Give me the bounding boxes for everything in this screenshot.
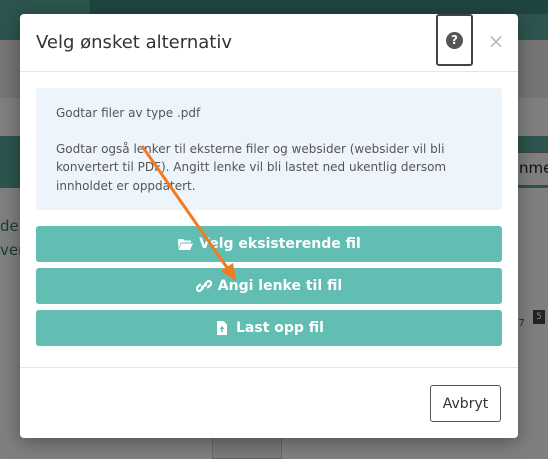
- select-existing-file-label: Velg eksisterende fil: [199, 236, 361, 252]
- modal-footer-divider: [20, 367, 518, 368]
- info-accepted-types: Godtar filer av type .pdf: [56, 106, 201, 120]
- folder-open-icon: [178, 239, 194, 250]
- select-existing-file-button[interactable]: Velg eksisterende fil: [36, 226, 502, 262]
- link-icon: [195, 280, 212, 292]
- enter-link-button[interactable]: Angi lenke til fil: [36, 268, 502, 304]
- info-box: Godtar filer av type .pdf Godtar også le…: [36, 88, 502, 210]
- enter-link-label: Angi lenke til fil: [217, 278, 343, 294]
- file-upload-icon: [217, 321, 227, 335]
- close-icon[interactable]: ×: [486, 30, 506, 52]
- question-circle-icon: ?: [446, 31, 463, 49]
- info-links-description: Godtar også lenker til eksterne filer og…: [56, 141, 447, 193]
- cancel-button[interactable]: Avbryt: [430, 385, 501, 422]
- modal-header: Velg ønsket alternativ ? ×: [20, 14, 518, 72]
- help-button[interactable]: ?: [436, 14, 473, 66]
- modal-title: Velg ønsket alternativ: [36, 32, 232, 53]
- choose-option-modal: Velg ønsket alternativ ? × Godtar filer …: [20, 14, 518, 438]
- upload-file-label: Last opp fil: [236, 320, 324, 336]
- upload-file-button[interactable]: Last opp fil: [36, 310, 502, 346]
